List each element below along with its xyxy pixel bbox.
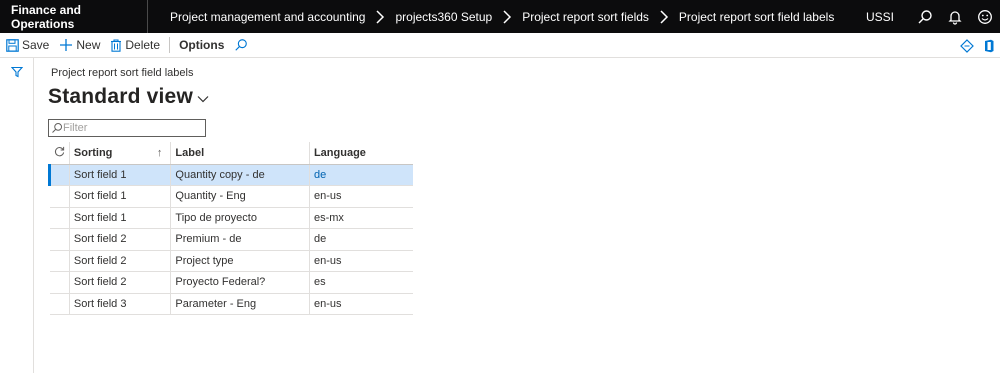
breadcrumb-item-setup[interactable]: projects360 Setup [395,10,492,24]
new-label: New [76,38,101,52]
search-icon [235,39,248,51]
main-content: Project report sort field labels Standar… [48,58,1000,373]
options-tab[interactable]: Options [174,33,229,58]
action-pane: Save New Delete Options [0,33,1000,58]
row-selector[interactable] [49,293,70,315]
label-cell[interactable]: Project type [170,250,310,272]
refresh-column-header[interactable] [49,142,70,165]
bell-icon[interactable] [940,0,970,33]
sorting-cell[interactable]: Sort field 1 [68,164,171,186]
sort-field-labels-grid: Sorting ↑ Label Language Sort field 1 Qu… [48,142,413,315]
grid-header-row: Sorting ↑ Label Language [49,142,413,165]
view-selector[interactable]: Standard view [48,85,209,109]
label-cell[interactable]: Parameter - Eng [170,293,310,315]
smiley-icon[interactable] [970,0,1000,33]
save-label: Save [22,38,50,52]
chevron-right-icon [660,9,668,24]
language-cell[interactable]: en-us [308,293,413,315]
language-cell[interactable]: es-mx [308,207,413,229]
row-selector[interactable] [48,164,70,186]
row-selector[interactable] [49,185,70,208]
table-row[interactable]: Sort field 2 Proyecto Federal? es [49,271,413,294]
sorting-cell[interactable]: Sort field 1 [68,185,171,208]
filter-pane-button[interactable] [0,61,34,83]
table-row[interactable]: Sort field 3 Parameter - Eng en-us [49,293,413,315]
language-cell[interactable]: en-us [308,250,413,272]
delete-button[interactable]: Delete [105,33,165,58]
breadcrumb-item-sort-fields[interactable]: Project report sort fields [522,10,649,24]
refresh-icon [54,146,64,156]
top-navigation-bar: Finance and Operations Project managemen… [0,0,1000,33]
language-cell[interactable]: es [308,271,413,294]
topbar-right: USSI [866,0,1000,33]
row-selector[interactable] [49,271,70,294]
row-selector[interactable] [49,207,70,229]
breadcrumb-item-module[interactable]: Project management and accounting [170,10,365,24]
sorting-cell[interactable]: Sort field 3 [68,293,171,315]
chevron-down-icon [197,96,209,103]
column-header-sorting-label: Sorting [73,146,113,159]
chevron-right-icon [503,9,512,24]
sorting-cell[interactable]: Sort field 2 [68,228,171,251]
view-title: Standard view [48,85,193,108]
label-cell[interactable]: Proyecto Federal? [170,271,310,294]
row-selector[interactable] [49,228,70,251]
delete-label: Delete [125,38,161,52]
filter-input[interactable] [63,121,203,135]
sorting-cell[interactable]: Sort field 1 [68,207,171,229]
filter-rail [0,58,34,373]
breadcrumb-item-sort-field-labels: Project report sort field labels [678,9,835,24]
sorting-cell[interactable]: Sort field 2 [68,250,171,272]
column-header-label[interactable]: Label [170,142,310,165]
column-header-language[interactable]: Language [308,142,413,165]
action-divider [169,37,171,53]
table-row[interactable]: Sort field 2 Project type en-us [49,250,413,272]
table-row[interactable]: Sort field 1 Quantity - Eng en-us [49,185,413,208]
table-row[interactable]: Sort field 1 Tipo de proyecto es-mx [49,207,413,229]
label-cell[interactable]: Tipo de proyecto [170,207,310,229]
label-cell[interactable]: Premium - de [170,228,310,251]
action-search-button[interactable] [229,33,256,58]
funnel-icon [11,66,23,78]
sort-ascending-icon: ↑ [156,146,163,159]
plus-icon [60,39,73,51]
search-icon[interactable] [910,0,940,33]
action-pane-right [956,33,1000,58]
company-picker[interactable]: USSI [866,10,894,24]
language-cell[interactable]: de [308,228,413,251]
office-icon[interactable] [978,33,1000,58]
save-button[interactable]: Save [0,33,54,58]
search-icon [52,123,62,133]
table-row[interactable]: Sort field 1 Quantity copy - de de [48,164,413,186]
table-row[interactable]: Sort field 2 Premium - de de [49,228,413,251]
label-cell[interactable]: Quantity - Eng [170,185,310,208]
filter-box [48,119,206,137]
language-cell[interactable]: de [308,164,413,186]
chevron-right-icon [376,9,385,24]
language-cell[interactable]: en-us [308,185,413,208]
diamond-icon[interactable] [956,33,978,58]
page-caption: Project report sort field labels [51,67,194,79]
breadcrumb: Project management and accounting projec… [148,0,834,33]
trash-icon [111,38,122,52]
row-selector[interactable] [49,250,70,272]
sorting-cell[interactable]: Sort field 2 [68,271,171,294]
column-header-sorting[interactable]: Sorting ↑ [68,142,171,165]
label-cell[interactable]: Quantity copy - de [170,164,310,186]
save-icon [6,38,19,52]
new-button[interactable]: New [54,33,105,58]
app-name[interactable]: Finance and Operations [0,0,148,33]
